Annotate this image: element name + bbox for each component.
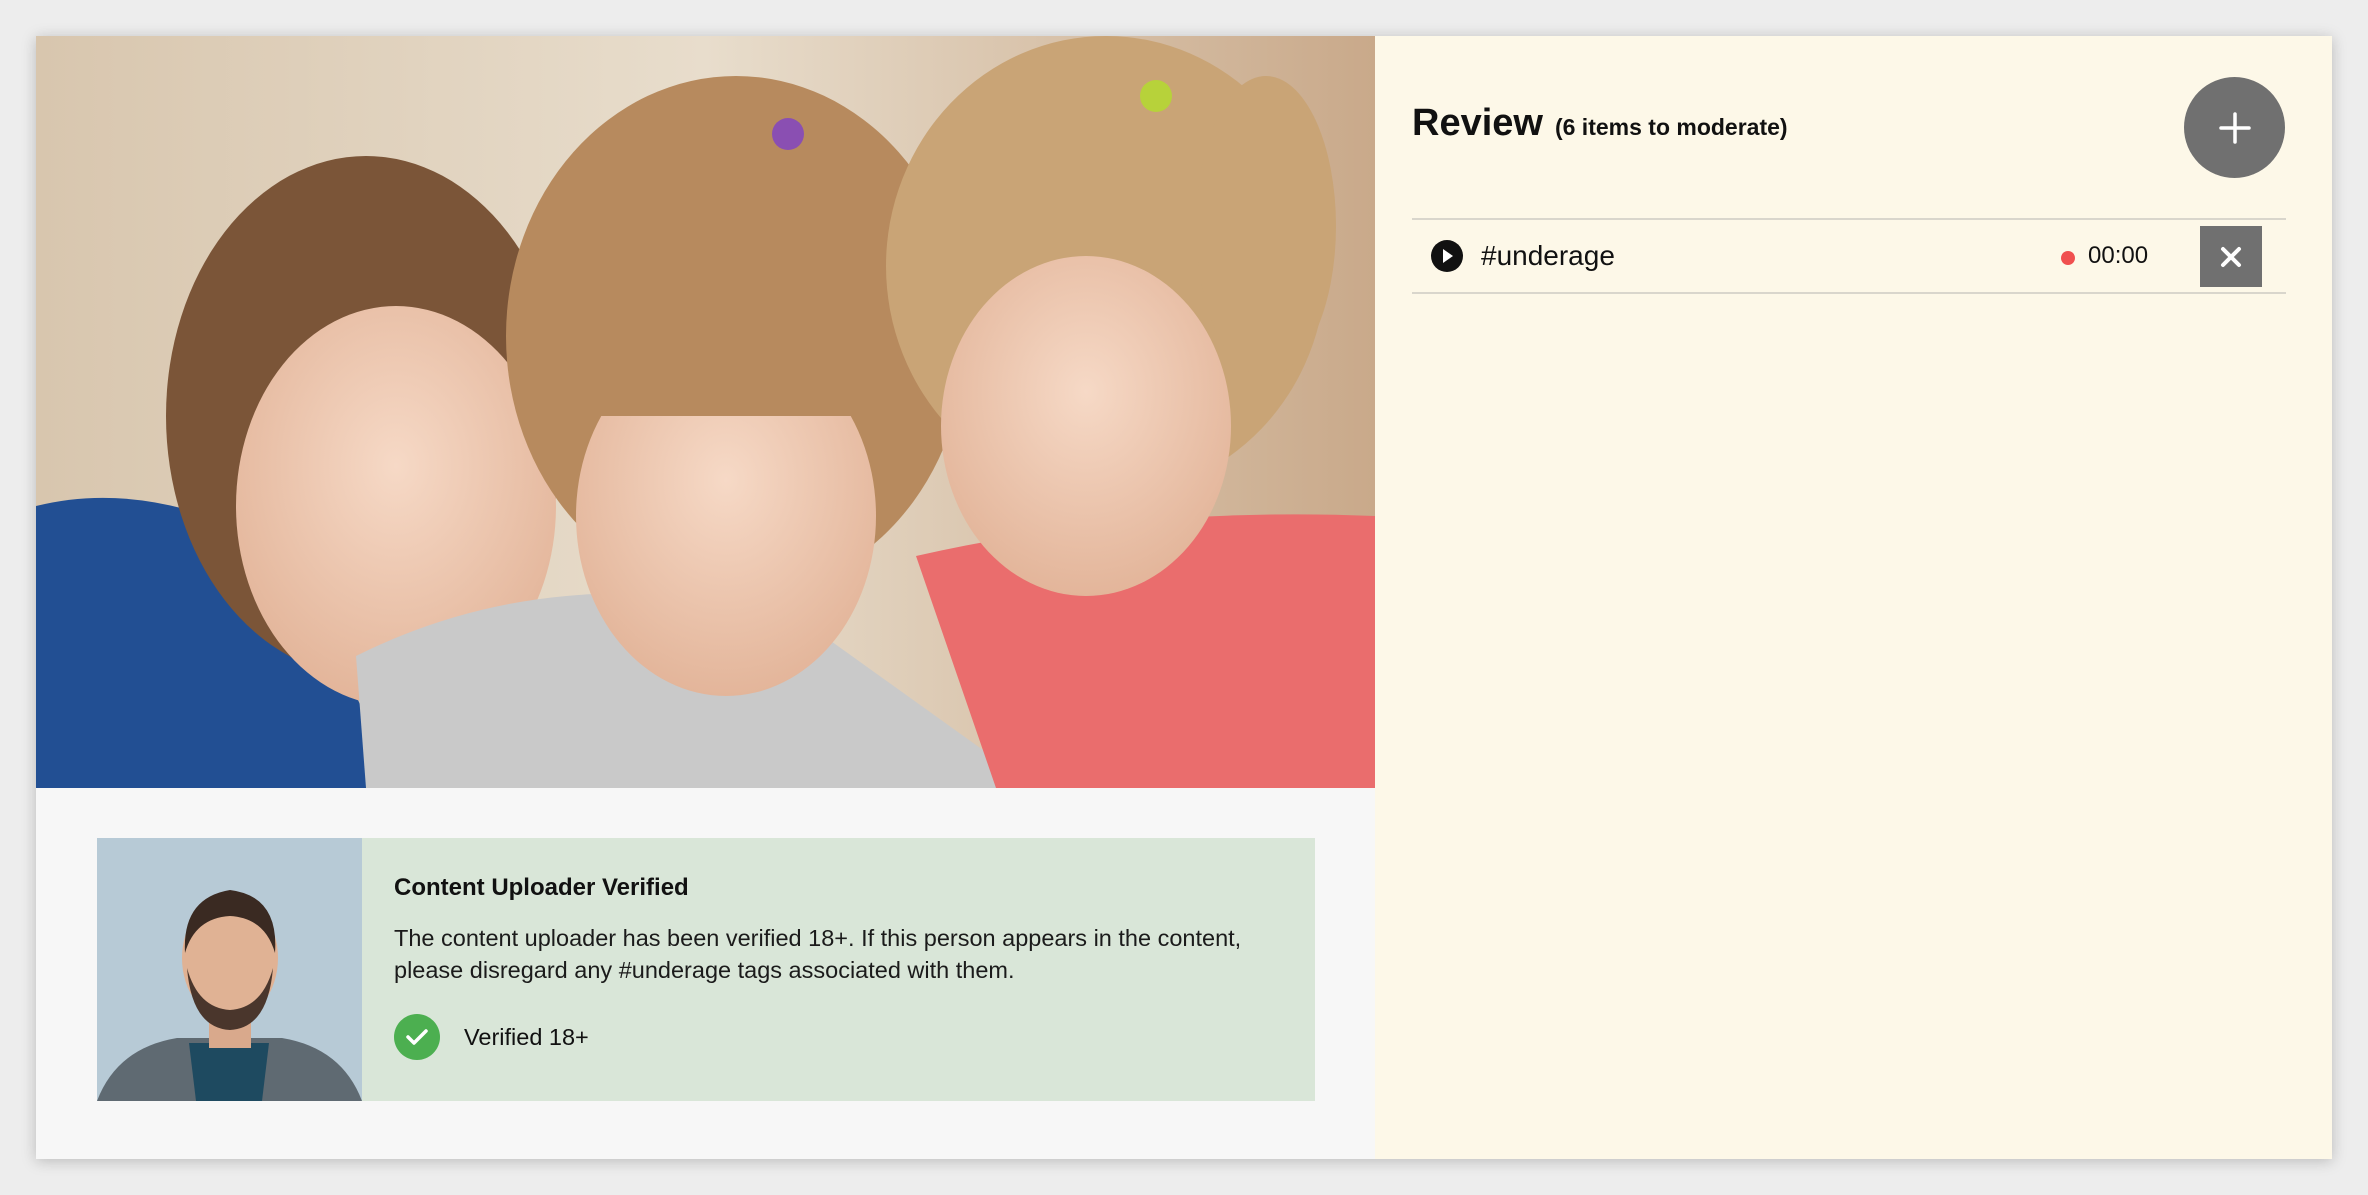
add-tag-button[interactable] <box>2184 77 2285 178</box>
review-header: Review (6 items to moderate) <box>1412 102 1788 145</box>
uploader-card-description: The content uploader has been verified 1… <box>394 925 1242 983</box>
media-preview-image <box>36 36 1375 788</box>
remove-tag-button[interactable] <box>2200 226 2262 287</box>
uploader-avatar <box>97 838 362 1101</box>
uploader-portrait <box>97 838 362 1101</box>
review-item-count: (6 items to moderate) <box>1554 114 1788 140</box>
verified-status: Verified 18+ <box>394 1014 1283 1060</box>
review-panel: Review (6 items to moderate) #underage 0… <box>1375 36 2332 1159</box>
play-icon[interactable] <box>1431 240 1463 272</box>
verified-status-label: Verified 18+ <box>464 1023 589 1050</box>
recording-dot-icon <box>2061 251 2075 265</box>
review-item-time: 00:00 <box>2088 242 2149 269</box>
review-title: Review <box>1412 102 1543 144</box>
review-item[interactable]: #underage 00:00 <box>1412 218 2286 294</box>
review-item-tag: #underage <box>1481 240 1615 271</box>
uploader-card-body: Content Uploader Verified The content up… <box>362 838 1315 1101</box>
check-icon <box>394 1014 440 1060</box>
children-photo <box>36 36 1375 788</box>
close-icon <box>2221 246 2241 267</box>
review-list: #underage 00:00 <box>1412 218 2286 294</box>
media-info-area: Content Uploader Verified The content up… <box>36 788 1375 1159</box>
uploader-card-title: Content Uploader Verified <box>394 874 689 901</box>
plus-icon <box>2218 111 2251 144</box>
app-frame: Content Uploader Verified The content up… <box>36 36 2332 1159</box>
uploader-verification-card: Content Uploader Verified The content up… <box>97 838 1315 1101</box>
